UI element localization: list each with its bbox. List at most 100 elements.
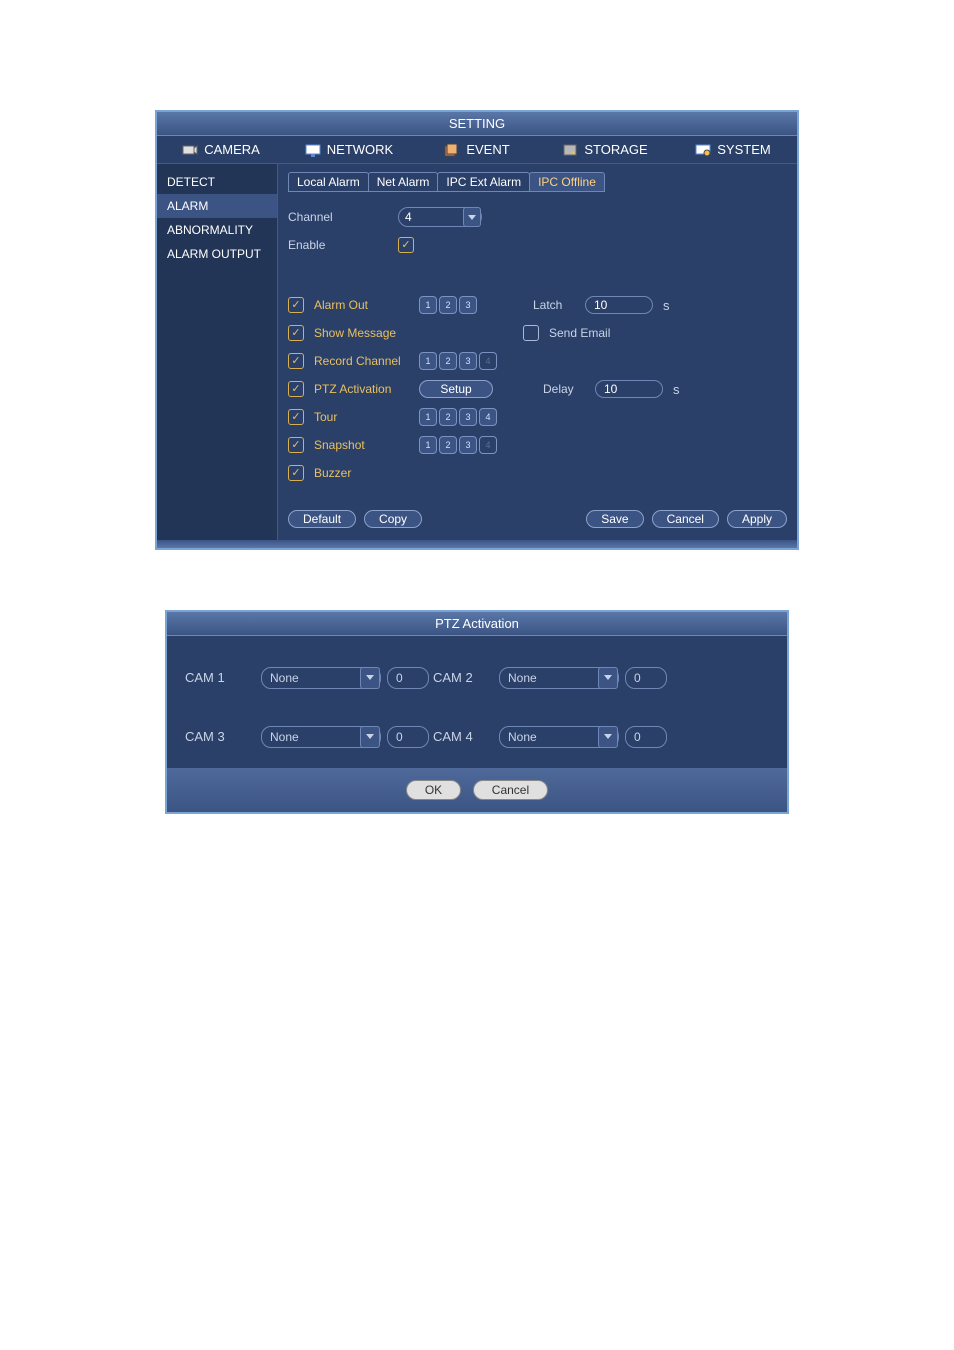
record-ch-3[interactable]: 3 — [459, 352, 477, 370]
cancel-button[interactable]: Cancel — [652, 510, 719, 528]
chevron-down-icon — [463, 207, 481, 227]
setup-button[interactable]: Setup — [419, 380, 493, 398]
snapshot-channels[interactable]: 1 2 3 4 — [419, 436, 497, 454]
record-channel-checkbox[interactable] — [288, 353, 304, 369]
show-message-label: Show Message — [314, 326, 409, 340]
cam2-mode-value: None — [508, 671, 537, 685]
sidebar: DETECT ALARM ABNORMALITY ALARM OUTPUT — [157, 164, 278, 540]
record-ch-4[interactable]: 4 — [479, 352, 497, 370]
ptz-activation-checkbox[interactable] — [288, 381, 304, 397]
snap-ch-2[interactable]: 2 — [439, 436, 457, 454]
snapshot-label: Snapshot — [314, 438, 409, 452]
send-email-label: Send Email — [549, 326, 610, 340]
footer-buttons: Default Copy Save Cancel Apply — [288, 510, 787, 528]
snap-ch-3[interactable]: 3 — [459, 436, 477, 454]
send-email-checkbox[interactable] — [523, 325, 539, 341]
sidebar-item-alarm[interactable]: ALARM — [157, 194, 277, 218]
window-title: SETTING — [157, 112, 797, 136]
cam1-mode-value: None — [270, 671, 299, 685]
tab-storage[interactable]: STORAGE — [541, 136, 669, 163]
chevron-down-icon — [598, 726, 618, 748]
subtab-ipc-ext-alarm[interactable]: IPC Ext Alarm — [437, 172, 530, 192]
cam1-label: CAM 1 — [185, 670, 255, 685]
channel-1-box[interactable]: 1 — [419, 296, 437, 314]
tab-event-label: EVENT — [466, 142, 509, 157]
channel-dropdown[interactable]: 4 — [398, 207, 482, 227]
cam4-mode-dropdown[interactable]: None — [499, 726, 619, 748]
ptz-activation-dialog: PTZ Activation CAM 1 None 0 CAM 2 None 0… — [165, 610, 789, 814]
ptz-title: PTZ Activation — [167, 612, 787, 636]
buzzer-checkbox[interactable] — [288, 465, 304, 481]
subtab-net-alarm[interactable]: Net Alarm — [368, 172, 439, 192]
default-button[interactable]: Default — [288, 510, 356, 528]
tour-ch-1[interactable]: 1 — [419, 408, 437, 426]
channel-3-box[interactable]: 3 — [459, 296, 477, 314]
subtab-local-alarm[interactable]: Local Alarm — [288, 172, 369, 192]
record-ch-2[interactable]: 2 — [439, 352, 457, 370]
record-channels[interactable]: 1 2 3 4 — [419, 352, 497, 370]
alarm-out-label: Alarm Out — [314, 298, 409, 312]
channel-label: Channel — [288, 210, 388, 224]
tour-ch-3[interactable]: 3 — [459, 408, 477, 426]
latch-unit: s — [663, 298, 670, 313]
tab-camera-label: CAMERA — [204, 142, 260, 157]
cam3-num-input[interactable]: 0 — [387, 726, 429, 748]
subtab-ipc-offline[interactable]: IPC Offline — [529, 172, 605, 192]
ptz-footer: OK Cancel — [167, 768, 787, 812]
channel-value: 4 — [405, 210, 412, 224]
save-button[interactable]: Save — [586, 510, 643, 528]
cancel-button[interactable]: Cancel — [473, 780, 548, 800]
tour-channels[interactable]: 1 2 3 4 — [419, 408, 497, 426]
record-ch-1[interactable]: 1 — [419, 352, 437, 370]
event-icon — [444, 143, 460, 157]
snapshot-checkbox[interactable] — [288, 437, 304, 453]
tour-ch-4[interactable]: 4 — [479, 408, 497, 426]
buzzer-label: Buzzer — [314, 466, 409, 480]
chevron-down-icon — [360, 667, 380, 689]
tour-label: Tour — [314, 410, 409, 424]
tab-system-label: SYSTEM — [717, 142, 770, 157]
setting-window: SETTING CAMERA NETWORK EVENT STORAGE — [155, 110, 799, 550]
cam3-mode-dropdown[interactable]: None — [261, 726, 381, 748]
tour-ch-2[interactable]: 2 — [439, 408, 457, 426]
cam4-num-input[interactable]: 0 — [625, 726, 667, 748]
sidebar-item-detect[interactable]: DETECT — [157, 170, 277, 194]
latch-input[interactable]: 10 — [585, 296, 653, 314]
tab-event[interactable]: EVENT — [413, 136, 541, 163]
ptz-body: CAM 1 None 0 CAM 2 None 0 CAM 3 None 0 C… — [167, 636, 787, 768]
tab-camera[interactable]: CAMERA — [157, 136, 285, 163]
cam1-num-input[interactable]: 0 — [387, 667, 429, 689]
tab-system[interactable]: SYSTEM — [669, 136, 797, 163]
tour-checkbox[interactable] — [288, 409, 304, 425]
cam2-num-input[interactable]: 0 — [625, 667, 667, 689]
latch-label: Latch — [533, 298, 575, 312]
tab-network-label: NETWORK — [327, 142, 393, 157]
cam3-label: CAM 3 — [185, 729, 255, 744]
main-panel: Local Alarm Net Alarm IPC Ext Alarm IPC … — [278, 164, 797, 540]
sidebar-item-abnormality[interactable]: ABNORMALITY — [157, 218, 277, 242]
network-icon — [305, 143, 321, 157]
cam4-mode-value: None — [508, 730, 537, 744]
alarm-out-channels[interactable]: 1 2 3 — [419, 296, 477, 314]
storage-icon — [562, 143, 578, 157]
snap-ch-4[interactable]: 4 — [479, 436, 497, 454]
delay-input[interactable]: 10 — [595, 380, 663, 398]
tab-storage-label: STORAGE — [584, 142, 647, 157]
record-channel-label: Record Channel — [314, 354, 409, 368]
cam2-label: CAM 2 — [433, 670, 493, 685]
sidebar-item-alarm-output[interactable]: ALARM OUTPUT — [157, 242, 277, 266]
sub-tabs: Local Alarm Net Alarm IPC Ext Alarm IPC … — [288, 172, 787, 192]
cam1-mode-dropdown[interactable]: None — [261, 667, 381, 689]
cam3-mode-value: None — [270, 730, 299, 744]
show-message-checkbox[interactable] — [288, 325, 304, 341]
copy-button[interactable]: Copy — [364, 510, 422, 528]
channel-2-box[interactable]: 2 — [439, 296, 457, 314]
tab-network[interactable]: NETWORK — [285, 136, 413, 163]
enable-checkbox[interactable] — [398, 237, 414, 253]
apply-button[interactable]: Apply — [727, 510, 787, 528]
cam2-mode-dropdown[interactable]: None — [499, 667, 619, 689]
ok-button[interactable]: OK — [406, 780, 461, 800]
alarm-out-checkbox[interactable] — [288, 297, 304, 313]
snap-ch-1[interactable]: 1 — [419, 436, 437, 454]
enable-label: Enable — [288, 238, 388, 252]
